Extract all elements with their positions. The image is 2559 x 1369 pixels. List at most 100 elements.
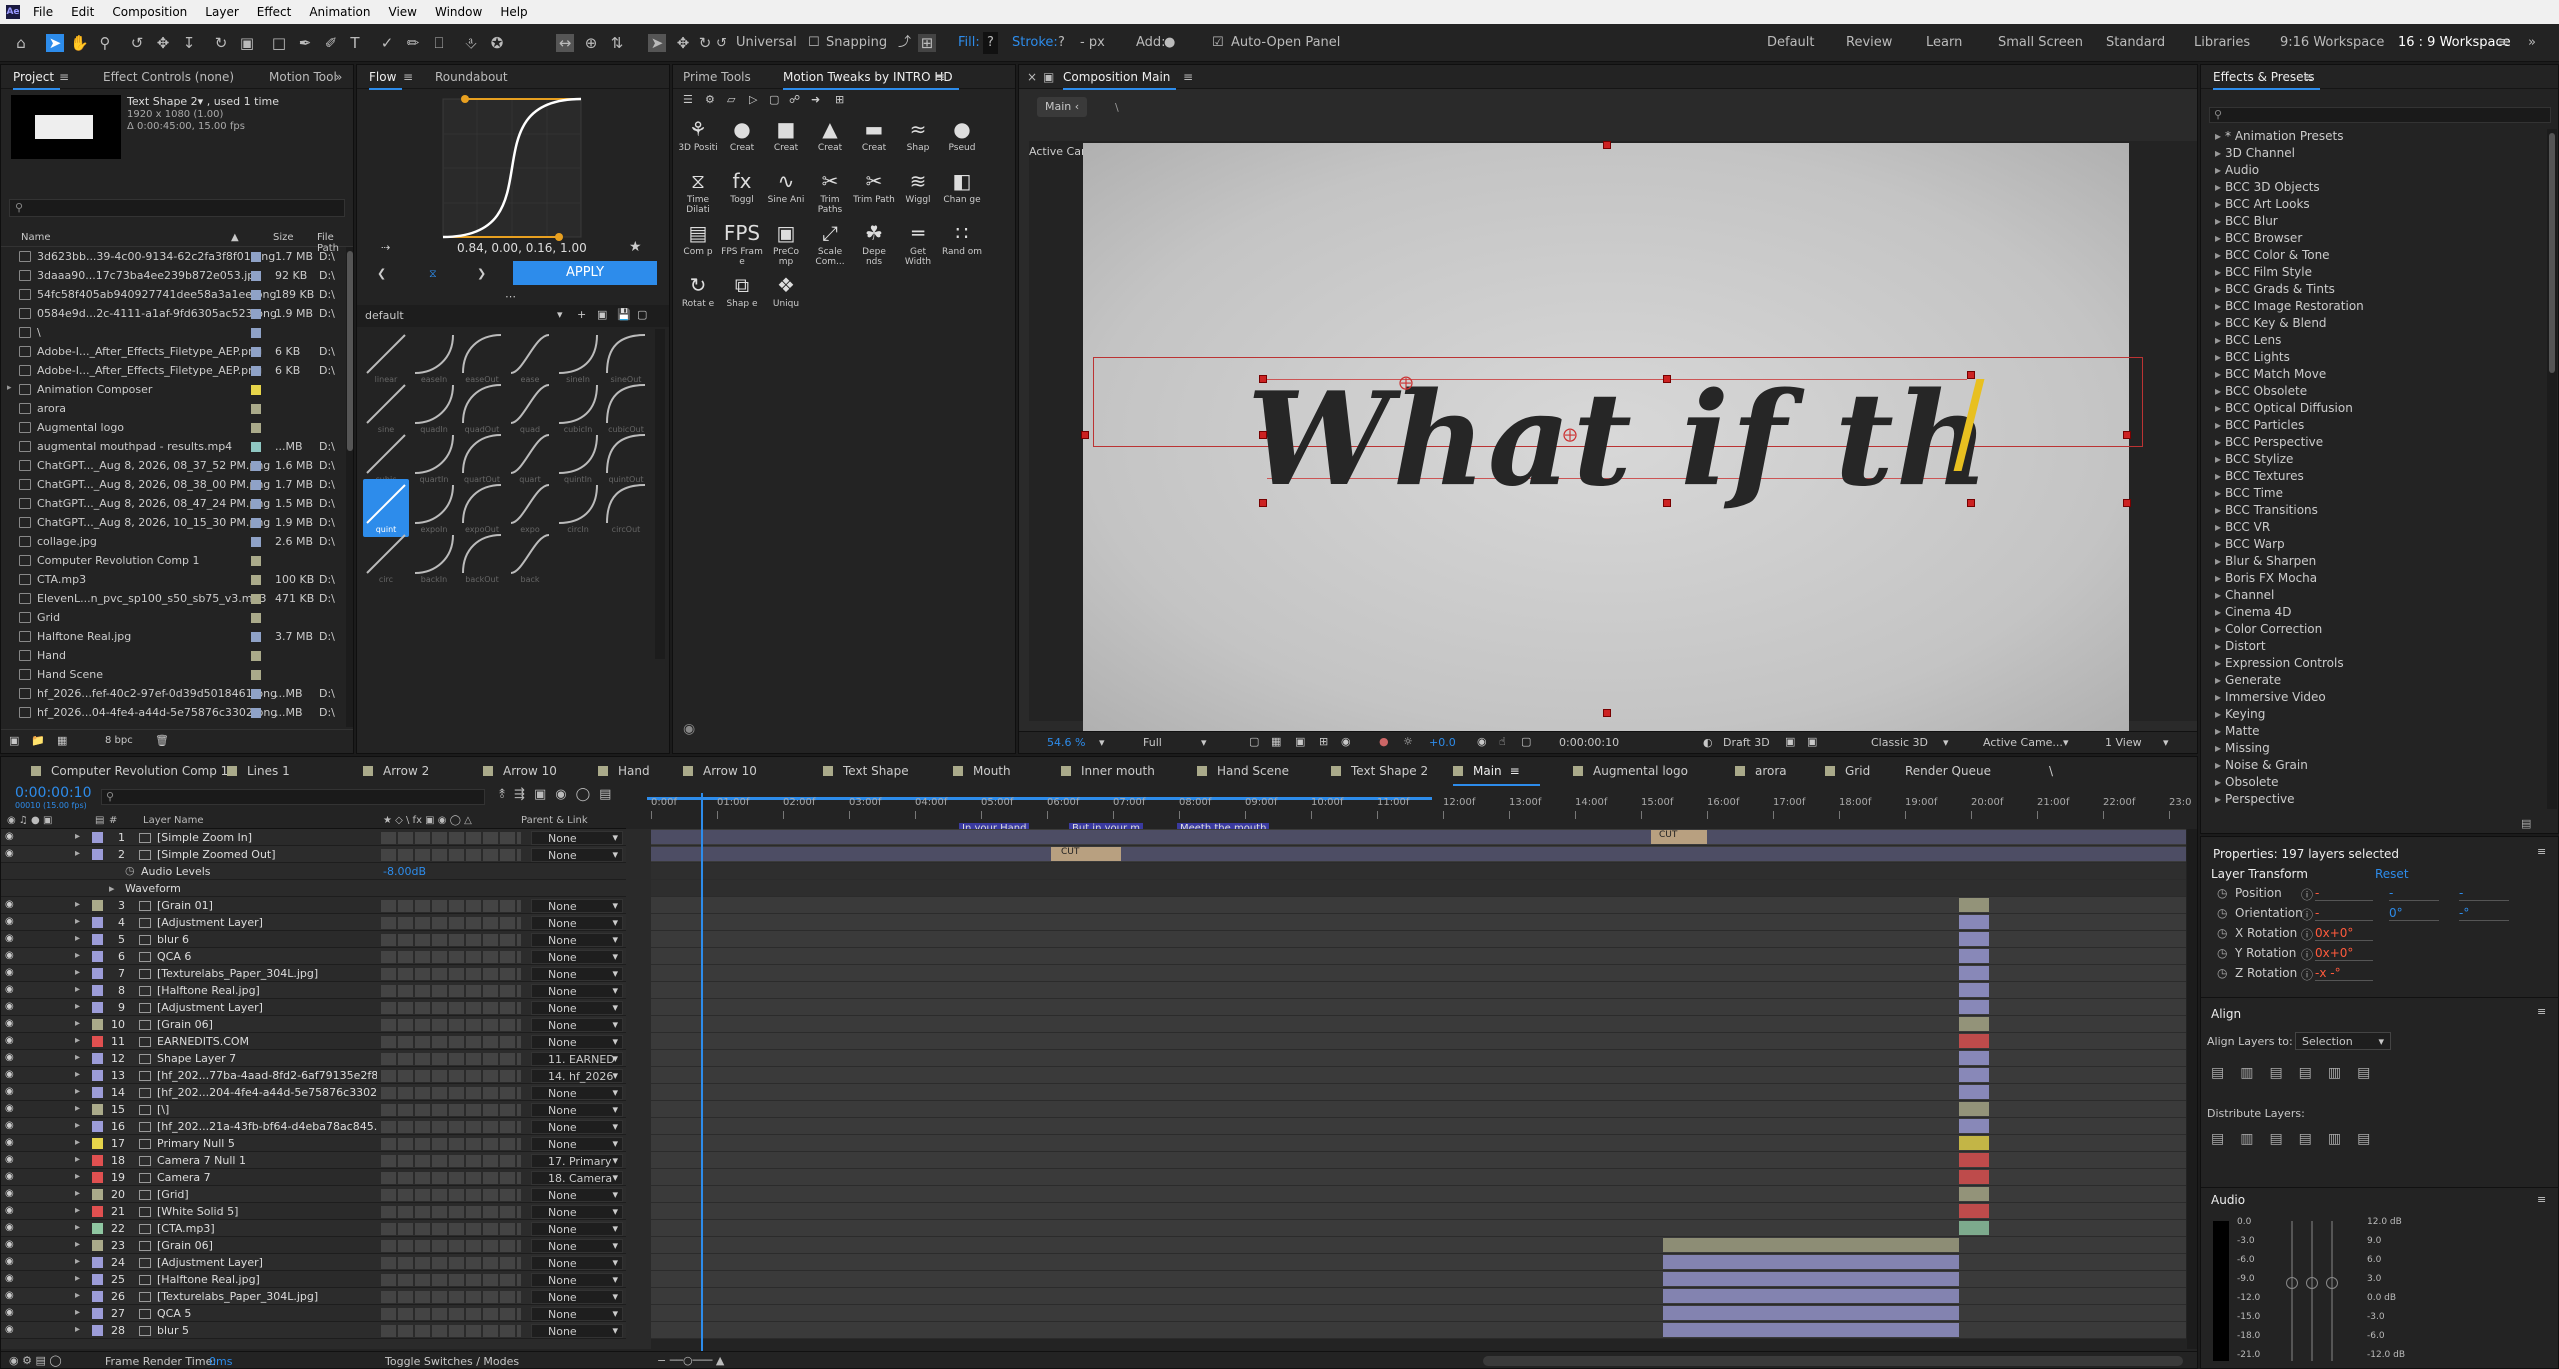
- stroke-width[interactable]: - px: [1080, 32, 1105, 54]
- ease-preset[interactable]: backIn: [411, 529, 457, 587]
- label-swatch[interactable]: [251, 613, 261, 623]
- project-item[interactable]: ChatGPT..._Aug 8, 2026, 08_47_24 PM.png 1…: [1, 494, 346, 513]
- layer-track[interactable]: CUT: [651, 829, 2186, 846]
- tweak-tool[interactable]: ✂ Trim Path: [853, 167, 895, 227]
- tweak-tool[interactable]: ✂ Trim Paths: [809, 167, 851, 227]
- dolly-tool-icon[interactable]: ↧: [180, 34, 198, 52]
- anchor-tool-icon[interactable]: ▣: [238, 34, 256, 52]
- panel-menu-icon[interactable]: ≡: [935, 70, 945, 84]
- layer-bar[interactable]: [1959, 932, 1989, 946]
- effect-category[interactable]: Expression Controls: [2215, 656, 2344, 673]
- effect-category[interactable]: BCC Textures: [2215, 469, 2304, 486]
- workspace-libraries[interactable]: Libraries: [2194, 32, 2250, 54]
- transform-handle[interactable]: [1259, 499, 1267, 507]
- snap-grid-icon[interactable]: ⊞: [918, 34, 936, 52]
- ease-both-icon[interactable]: ⧖: [429, 267, 437, 281]
- ease-preset[interactable]: backOut: [459, 529, 505, 587]
- effect-category[interactable]: BCC Color & Tone: [2215, 248, 2330, 265]
- label-swatch[interactable]: [251, 252, 261, 262]
- timeline-tab[interactable]: Hand Scene: [1197, 764, 1289, 780]
- delete-preset-icon[interactable]: ▢: [637, 308, 647, 321]
- layer-bar[interactable]: [651, 847, 2186, 861]
- import-icon[interactable]: ⇢: [381, 241, 390, 254]
- align-to-select[interactable]: Selection ▾: [2295, 1032, 2391, 1050]
- workspace-16-9[interactable]: 16 : 9 Workspace: [2398, 32, 2511, 54]
- delete-icon[interactable]: 🗑: [155, 734, 169, 747]
- layer-bar[interactable]: [1959, 1085, 1989, 1099]
- layer-bar[interactable]: [1959, 1017, 1989, 1031]
- time-ruler[interactable]: 0:00f 01:00f 02:00f 03:00f 04:00f 05:00f 06:00…: [651, 797, 2191, 834]
- transform-value-1[interactable]: -x -°: [2315, 966, 2373, 981]
- effects-scrollbar[interactable]: [2547, 129, 2557, 809]
- stopwatch-icon[interactable]: ◷: [2217, 886, 2227, 900]
- auto-open-checkbox[interactable]: ☑: [1212, 32, 1224, 54]
- anchor-point-icon[interactable]: ⨁: [1399, 375, 1413, 391]
- new-preset-icon[interactable]: ▤: [2521, 817, 2531, 830]
- layer-track[interactable]: [651, 1203, 2186, 1220]
- timeline-tab[interactable]: Text Shape 2: [1331, 764, 1428, 780]
- tweak-tool[interactable]: ● Pseud: [941, 115, 983, 175]
- effect-category[interactable]: BCC Film Style: [2215, 265, 2312, 282]
- label-swatch[interactable]: [251, 328, 261, 338]
- fill-swatch[interactable]: ?: [983, 32, 998, 54]
- roto-tool-icon[interactable]: ⎀: [462, 34, 480, 52]
- timeline-tab[interactable]: Computer Revolution Comp 1: [31, 764, 228, 780]
- layer-bar[interactable]: [1663, 1272, 1959, 1286]
- preset-select[interactable]: default: [365, 309, 404, 322]
- label-swatch[interactable]: [251, 632, 261, 642]
- tweak-tool[interactable]: ⤢ Scale Com...: [809, 219, 851, 279]
- tweak-tool[interactable]: FPS FPS Fram e: [721, 219, 763, 279]
- label-swatch[interactable]: [251, 594, 261, 604]
- effect-category[interactable]: BCC Lights: [2215, 350, 2290, 367]
- effect-category[interactable]: BCC 3D Objects: [2215, 180, 2320, 197]
- transform-row[interactable]: ◷ X Rotation ⓘ 0x+0°: [2209, 925, 2549, 943]
- align-buttons[interactable]: ▤▥▤▤▥▤: [2211, 1065, 2411, 1085]
- composition-title[interactable]: Composition Main: [1063, 70, 1177, 90]
- menu-file[interactable]: File: [24, 5, 62, 19]
- toggle-icon[interactable]: ▣: [1785, 735, 1795, 748]
- label-swatch[interactable]: [251, 347, 261, 357]
- project-item[interactable]: hf_2026...fef-40c2-97ef-0d39d5018461.png…: [1, 684, 346, 703]
- tab-prime-tools[interactable]: Prime Tools: [683, 70, 751, 84]
- layer-bar[interactable]: [1663, 1255, 1959, 1269]
- workspace-9-16[interactable]: 9:16 Workspace: [2280, 32, 2384, 54]
- zoom-level[interactable]: 54.6 %: [1047, 736, 1085, 749]
- timeline-tab[interactable]: Arrow 10: [483, 764, 557, 780]
- exposure-icon[interactable]: ☼: [1403, 735, 1413, 748]
- menu-layer[interactable]: Layer: [196, 5, 247, 19]
- effect-category[interactable]: BCC Lens: [2215, 333, 2281, 350]
- layer-track[interactable]: CUT: [651, 846, 2186, 863]
- distribute-buttons[interactable]: ▤▥▤▤▥▤: [2211, 1131, 2411, 1151]
- clone-tool-icon[interactable]: ✏: [404, 34, 422, 52]
- effect-category[interactable]: BCC Perspective: [2215, 435, 2323, 452]
- transform-value-3[interactable]: -°: [2459, 906, 2509, 921]
- more-icon[interactable]: ⋯: [505, 290, 516, 303]
- timeline-tab[interactable]: Main ≡: [1453, 764, 1540, 786]
- layer-track[interactable]: [651, 999, 2186, 1016]
- frame-icon[interactable]: ▢: [769, 93, 779, 106]
- layer-bar[interactable]: [1959, 1204, 1989, 1218]
- favorite-star-icon[interactable]: ★: [629, 239, 642, 255]
- lock-icon[interactable]: ▣: [1043, 70, 1054, 84]
- project-scrollbar[interactable]: [346, 247, 353, 727]
- apply-button[interactable]: APPLY: [513, 261, 657, 285]
- tweak-tool[interactable]: ▤ Com p: [677, 219, 719, 279]
- layer-bar[interactable]: [1959, 983, 1989, 997]
- effects-title[interactable]: Effects & Presets: [2213, 70, 2321, 90]
- transform-row[interactable]: ◷ Z Rotation ⓘ -x -°: [2209, 965, 2549, 983]
- layer-track[interactable]: [651, 1033, 2186, 1050]
- menu-composition[interactable]: Composition: [103, 5, 196, 19]
- timeline-hscroll[interactable]: [1483, 1356, 2183, 1366]
- layer-bar[interactable]: [1959, 1051, 1989, 1065]
- timeline-tab[interactable]: Hand: [598, 764, 650, 780]
- color-icon[interactable]: ●: [1379, 735, 1389, 748]
- label-swatch[interactable]: [251, 366, 261, 376]
- folder-icon[interactable]: ▣: [597, 308, 607, 321]
- comp-timecode[interactable]: 0:00:00:10: [1559, 736, 1619, 749]
- layer-track[interactable]: [651, 1186, 2186, 1203]
- effect-category[interactable]: BCC Art Looks: [2215, 197, 2310, 214]
- timeline-tab[interactable]: Mouth: [953, 764, 1011, 780]
- label-swatch[interactable]: [251, 271, 261, 281]
- label-swatch[interactable]: [251, 537, 261, 547]
- tweak-tool[interactable]: fx Toggl: [721, 167, 763, 227]
